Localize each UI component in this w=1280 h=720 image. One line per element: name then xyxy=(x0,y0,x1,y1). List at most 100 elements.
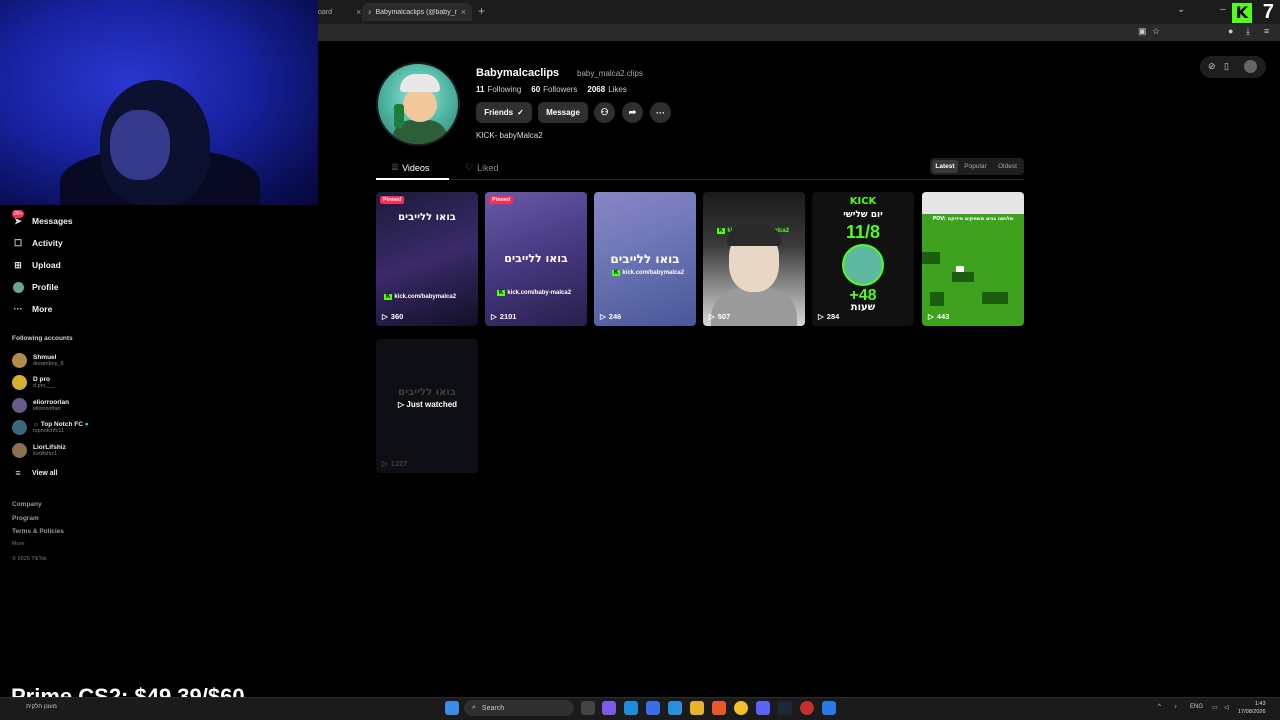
following-account[interactable]: LiorLifshiz liorlifshiz1 xyxy=(12,443,66,458)
firefox-icon[interactable] xyxy=(712,701,726,715)
video-card[interactable]: Pinned בואו ללייבים Kkick.com/baby-malca… xyxy=(485,192,587,326)
following-accounts-title: Following accounts xyxy=(12,335,73,342)
play-icon: ▷ xyxy=(491,312,497,321)
microphone-icon[interactable]: ♪ xyxy=(1174,704,1177,710)
app-icon[interactable] xyxy=(800,701,814,715)
friends-label: Friends xyxy=(484,108,514,117)
edge-icon[interactable] xyxy=(624,701,638,715)
video-card[interactable]: POV: שלושה נכים משחקים פיזיקה ▷ 443 xyxy=(922,192,1024,326)
task-view-icon[interactable] xyxy=(581,701,595,715)
avatar-circle xyxy=(842,244,884,286)
taskbar-clock[interactable]: 1:43 17/08/2026 xyxy=(1238,700,1266,716)
more-options-button[interactable]: ··· xyxy=(650,102,671,123)
discord-icon[interactable] xyxy=(756,701,770,715)
extension-icon[interactable]: ● xyxy=(1228,26,1233,36)
video-card[interactable]: KICK יום שלישי 11/8 +48 שעות ▷ 284 xyxy=(812,192,914,326)
minimize-icon[interactable]: – xyxy=(1220,4,1226,15)
video-card[interactable]: Kkick.com/babymalca2 ▷507 xyxy=(703,192,805,326)
mail-icon[interactable] xyxy=(668,701,682,715)
followers-stat[interactable]: 60 Followers xyxy=(531,85,577,94)
following-account[interactable]: D pro d.pro___ xyxy=(12,375,55,390)
friends-button[interactable]: Friends ✓ xyxy=(476,102,532,123)
sort-oldest[interactable]: Oldest xyxy=(993,160,1022,173)
store-icon[interactable] xyxy=(646,701,660,715)
profile-bio: KICK- babyMalca2 xyxy=(476,131,543,140)
tab-list-chevron-icon[interactable]: ⌄ xyxy=(1177,4,1185,15)
taskbar-search[interactable]: ⌕ Search xyxy=(464,700,574,716)
following-account[interactable]: ☼ Top Notch FC ● topnotchfc11 xyxy=(12,420,89,435)
coins-icon[interactable]: ⊘ xyxy=(1208,61,1216,72)
account-name: D pro xyxy=(33,376,50,383)
footer-company[interactable]: Company xyxy=(12,501,42,508)
following-account[interactable]: eliorroorlan eliorroorlan xyxy=(12,398,69,413)
kick-header: KICK xyxy=(849,196,877,207)
footer-terms[interactable]: Terms & Policies xyxy=(12,528,64,535)
avatar xyxy=(12,353,27,368)
heart-outline-icon: ♡ xyxy=(465,162,474,172)
sidebar-item-more[interactable]: ··· More xyxy=(12,302,53,316)
network-icon[interactable]: ▭ xyxy=(1212,704,1218,711)
footer-more[interactable]: More xyxy=(12,541,25,547)
footer-program[interactable]: Program xyxy=(12,515,39,522)
volume-icon[interactable]: ◁ xyxy=(1224,704,1229,711)
list-icon: ≡ xyxy=(15,468,21,478)
kick-counter: 7 xyxy=(1262,1,1274,23)
windows-start-icon[interactable] xyxy=(445,701,459,715)
avatar xyxy=(12,420,27,435)
video-title: בואו ללייבים xyxy=(398,212,456,223)
file-explorer-icon[interactable] xyxy=(690,701,704,715)
close-tab-icon[interactable]: × xyxy=(356,7,361,17)
copilot-icon[interactable] xyxy=(602,701,616,715)
browser-tab[interactable]: oard × xyxy=(312,3,367,21)
search-label: Search xyxy=(481,704,505,712)
view-count: ▷ 507 xyxy=(709,312,731,321)
play-icon: ▷ xyxy=(382,312,388,321)
video-card[interactable]: Pinned בואו ללייבים Kkick.com/babymalca2… xyxy=(376,192,478,326)
language-indicator[interactable]: ENG xyxy=(1190,704,1203,710)
plus-box-icon: ⊞ xyxy=(14,259,22,270)
sort-popular[interactable]: Popular xyxy=(960,160,991,173)
share-button[interactable]: ➦ xyxy=(622,102,643,123)
sidebar-item-activity[interactable]: ☐ Activity xyxy=(12,236,63,250)
add-user-button[interactable]: ⚇ xyxy=(594,102,615,123)
profile-stats: 11 Following 60 Followers 2068 Likes xyxy=(476,85,627,94)
steam-icon[interactable] xyxy=(778,701,792,715)
new-tab-button[interactable]: + xyxy=(478,4,485,18)
avatar-cap xyxy=(400,74,440,92)
menu-icon[interactable]: ≡ xyxy=(1264,26,1269,36)
video-card[interactable]: בואו ללייבים Kkick.com/babymalca2 ▷ 246 xyxy=(594,192,696,326)
browser-tab-active[interactable]: ♪ Babymalcaclips (@baby_malca2 × xyxy=(362,3,472,21)
chrome-icon[interactable] xyxy=(734,701,748,715)
reader-icon[interactable]: ▣ xyxy=(1138,26,1147,37)
tab-liked[interactable]: ♡ Liked xyxy=(465,162,499,173)
sidebar-item-messages[interactable]: ➤ Messages xyxy=(12,214,72,228)
account-name: LiorLifshiz xyxy=(33,444,66,451)
user-avatar[interactable] xyxy=(1244,60,1257,73)
app-icon[interactable] xyxy=(822,701,836,715)
video-top-strip xyxy=(922,192,1024,214)
following-stat[interactable]: 11 Following xyxy=(476,85,521,94)
view-all-label: View all xyxy=(32,469,58,477)
bookmark-star-icon[interactable]: ☆ xyxy=(1152,26,1160,37)
sidebar-item-label: More xyxy=(32,304,53,314)
message-button[interactable]: Message xyxy=(538,102,588,123)
device-icon[interactable]: ▯ xyxy=(1224,61,1229,72)
view-all-link[interactable]: ≡ View all xyxy=(12,466,58,480)
platform-block xyxy=(952,272,974,282)
tab-videos[interactable]: ⦙⦙⦙ Videos xyxy=(392,162,429,173)
sidebar-item-upload[interactable]: ⊞ Upload xyxy=(12,258,61,272)
profile-handle: baby_malca2.clips xyxy=(577,69,643,78)
close-tab-icon[interactable]: × xyxy=(461,7,466,17)
tray-chevron-icon[interactable]: ^ xyxy=(1158,704,1161,710)
verified-icon: ● xyxy=(82,421,89,428)
sidebar-item-label: Profile xyxy=(32,282,59,292)
live-icon: ☼ xyxy=(33,421,41,428)
sort-latest[interactable]: Latest xyxy=(932,160,958,173)
sidebar-item-profile[interactable]: Profile xyxy=(12,280,58,294)
kick-link: Kkick.com/baby-malca2 xyxy=(497,290,572,296)
weather-widget[interactable]: מעונן חלקית xyxy=(26,704,57,710)
downloads-icon[interactable]: ⤓ xyxy=(1246,26,1250,37)
just-watched-label: ▷ Just watched xyxy=(398,400,458,409)
view-count: ▷ 360 xyxy=(382,312,404,321)
following-account[interactable]: Shmuel dreamboy_8 xyxy=(12,353,64,368)
